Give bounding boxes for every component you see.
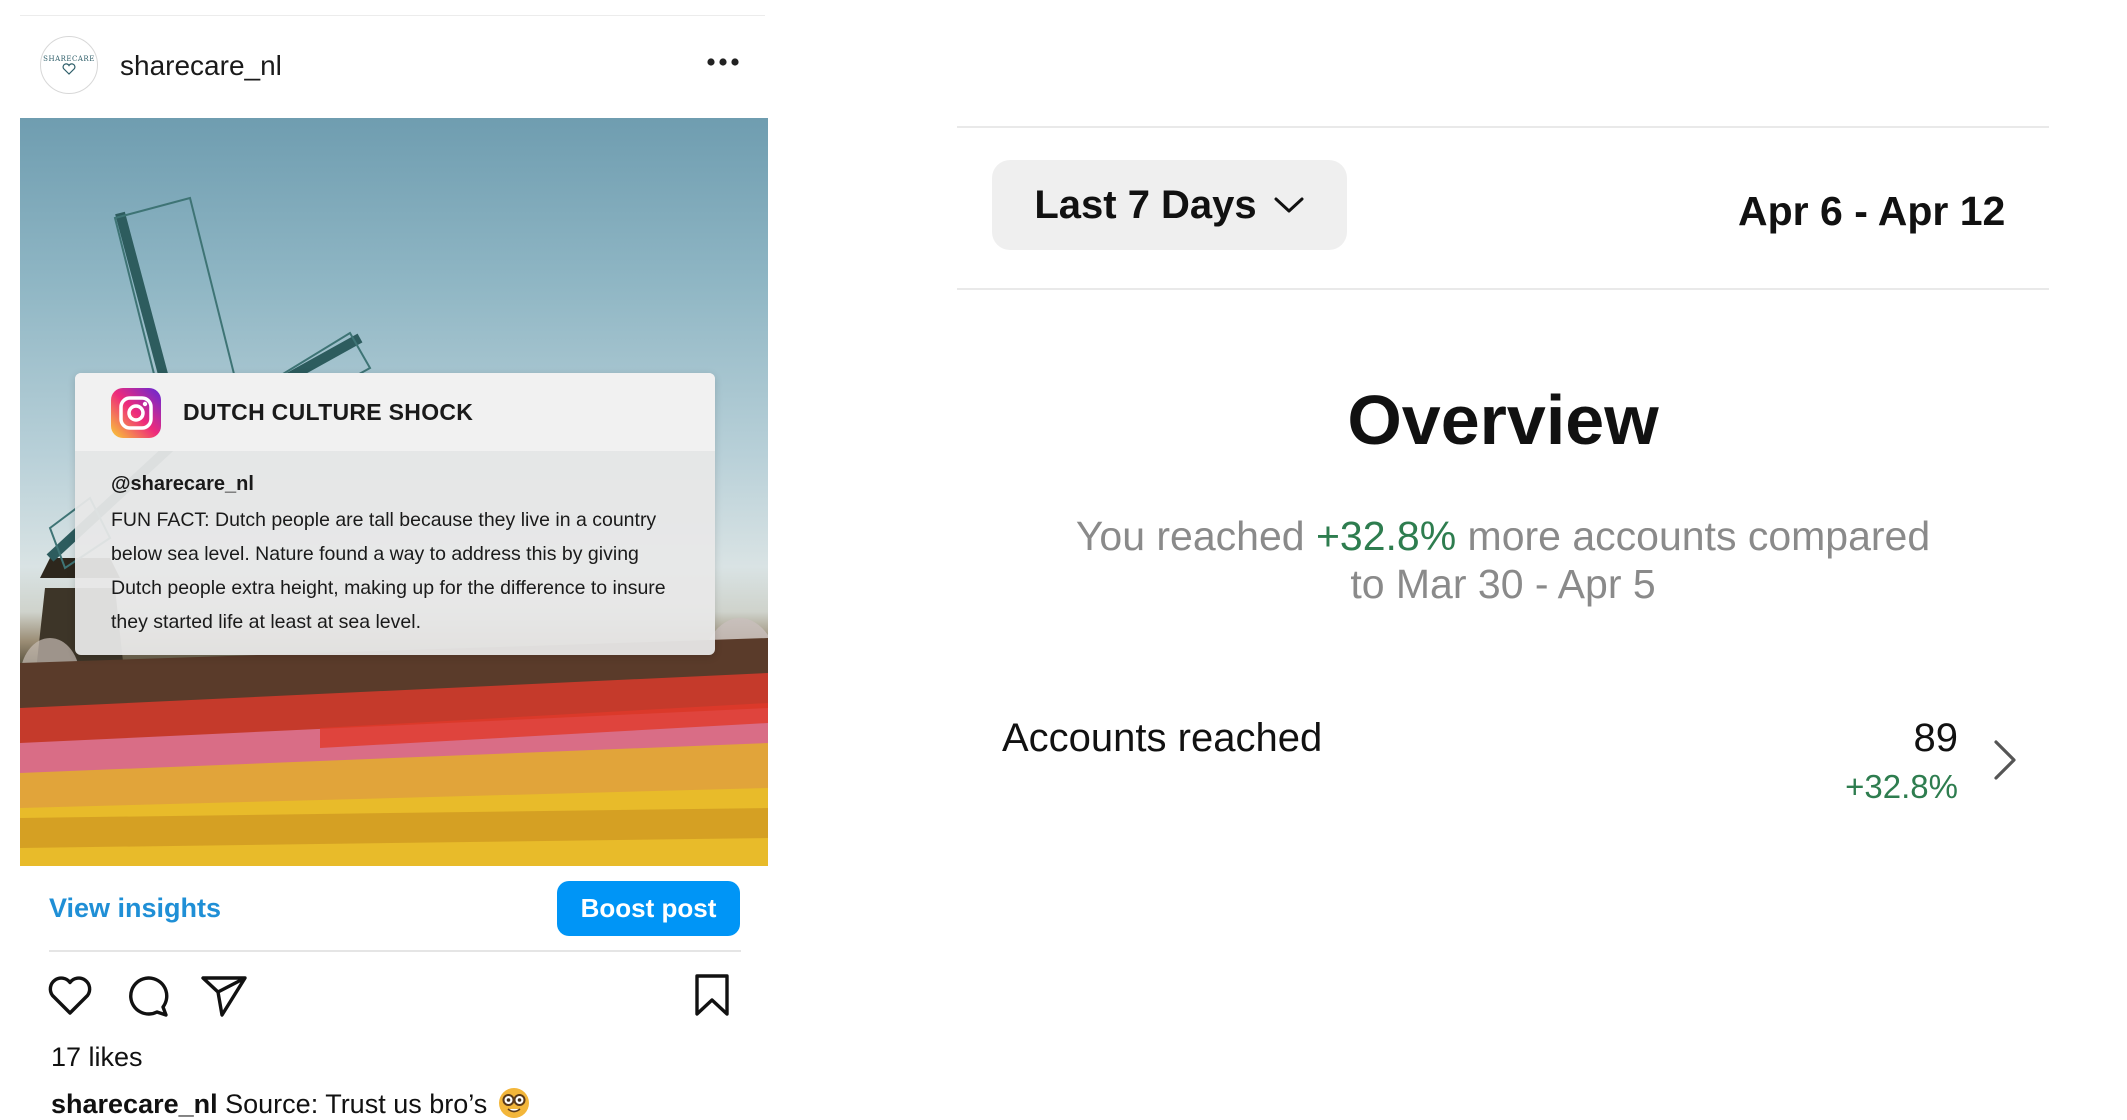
view-insights-link[interactable]: View insights (49, 893, 221, 924)
metric-change: +32.8% (1845, 768, 1958, 805)
heart-icon[interactable] (47, 974, 93, 1016)
nerd-emoji-icon (498, 1088, 529, 1118)
caption-text: Source: Trust us bro’s (225, 1089, 488, 1119)
overlay-title: DUTCH CULTURE SHOCK (183, 399, 474, 425)
more-icon[interactable] (706, 56, 740, 68)
instagram-icon (111, 388, 161, 438)
overlay-body-text: FUN FACT: Dutch people are tall because … (111, 509, 666, 633)
actions-divider (49, 950, 741, 952)
avatar-logo-text: SHARECARE (43, 55, 95, 63)
overlay-handle: @sharecare_nl (111, 473, 254, 495)
avatar[interactable]: SHARECARE (40, 36, 98, 94)
post-image[interactable]: DUTCH CULTURE SHOCK @sharecare_nl FUN FA… (20, 118, 768, 866)
accounts-reached-row[interactable]: Accounts reached 89 +32.8% (1000, 710, 2020, 820)
boost-post-button[interactable]: Boost post (557, 881, 740, 936)
metric-value: 89 (1913, 716, 1959, 760)
bookmark-icon[interactable] (693, 973, 731, 1017)
comparison-suffix: more accounts compared (1456, 513, 1931, 559)
comparison-prefix: You reached (1075, 513, 1316, 559)
comparison-line-1: You reached +32.8% more accounts compare… (957, 512, 2049, 560)
insights-top-divider (957, 126, 2049, 128)
overview-title: Overview (1347, 381, 1659, 459)
comparison-text: You reached +32.8% more accounts compare… (957, 512, 2049, 608)
likes-count[interactable]: 17 likes (51, 1042, 143, 1073)
comparison-line-2: to Mar 30 - Apr 5 (1350, 561, 1656, 607)
caption-username[interactable]: sharecare_nl (51, 1089, 218, 1119)
date-range: Apr 6 - Apr 12 (1738, 188, 2006, 234)
chevron-right-icon[interactable] (1990, 738, 2020, 782)
share-icon[interactable] (200, 974, 248, 1018)
chevron-down-icon (1274, 197, 1304, 213)
post-username[interactable]: sharecare_nl (120, 50, 282, 82)
period-dropdown-label: Last 7 Days (1034, 182, 1257, 227)
comparison-percent: +32.8% (1315, 513, 1457, 559)
heart-logo-icon (62, 63, 76, 75)
post-overlay-card: DUTCH CULTURE SHOCK @sharecare_nl FUN FA… (75, 373, 715, 655)
metric-label: Accounts reached (1002, 716, 1323, 760)
insights-mid-divider (957, 288, 2049, 290)
post-top-divider (20, 15, 765, 16)
post-caption: sharecare_nl Source: Trust us bro’s (51, 1087, 530, 1120)
period-dropdown[interactable]: Last 7 Days (992, 160, 1347, 250)
comment-icon[interactable] (124, 973, 170, 1019)
